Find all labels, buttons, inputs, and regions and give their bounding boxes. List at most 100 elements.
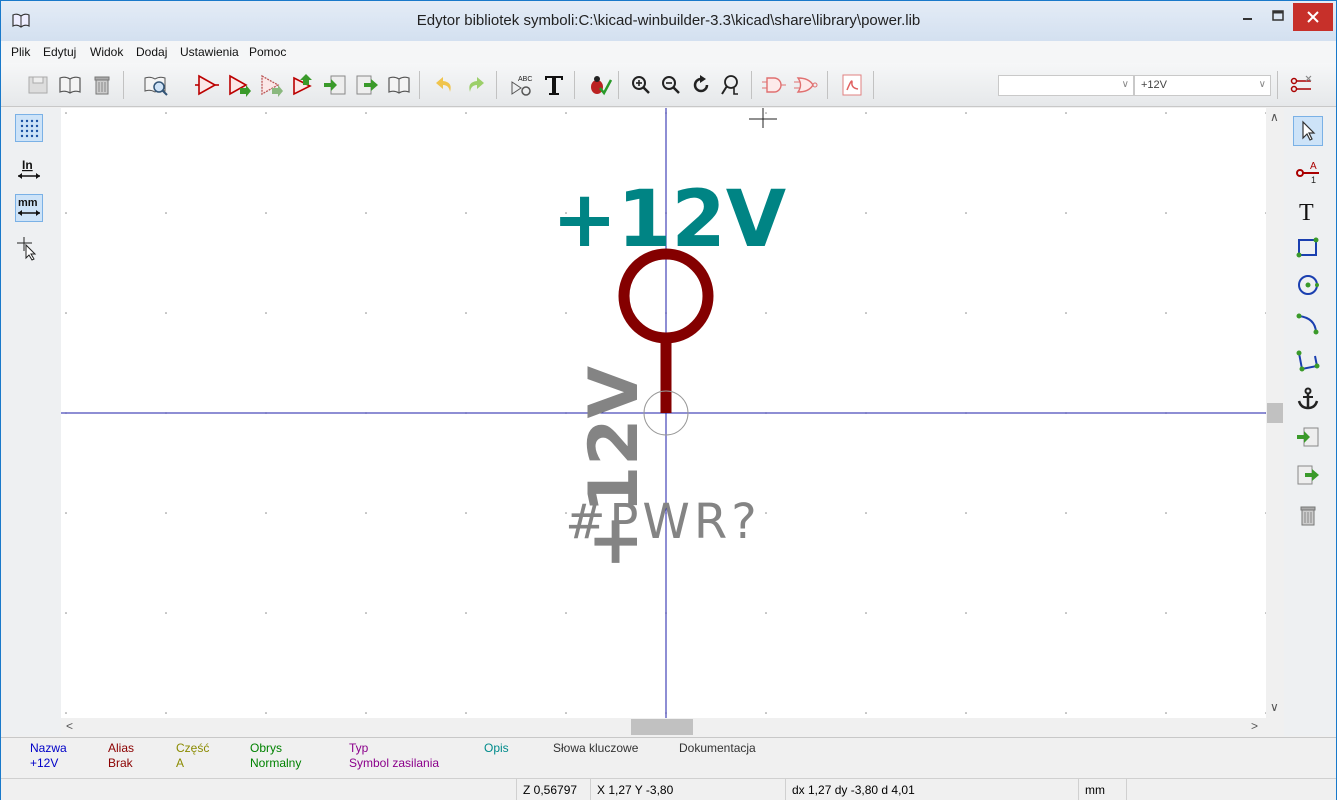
redraw-button[interactable]: [688, 71, 714, 99]
view-datasheet-button[interactable]: [839, 71, 865, 99]
browse-library-button[interactable]: [143, 71, 169, 99]
part-select-combo[interactable]: ∨: [998, 75, 1134, 96]
vertical-scrollbar[interactable]: ∧ ∨: [1266, 108, 1284, 718]
delete-part-button[interactable]: [89, 71, 115, 99]
grid-dot: [465, 112, 467, 114]
set-anchor-tool-button[interactable]: [1293, 384, 1323, 414]
import-graphics-tool-button[interactable]: [1293, 422, 1323, 452]
show-as-deMorgan-convert-button[interactable]: [793, 71, 819, 99]
msg-col-nazwa: Nazwa +12V: [30, 741, 67, 771]
select-tool-button[interactable]: [1293, 116, 1323, 146]
import-icon: [324, 75, 346, 95]
msg-label: Nazwa: [30, 741, 67, 755]
select-library-button[interactable]: [57, 71, 83, 99]
zoom-out-button[interactable]: [658, 71, 684, 99]
toolbar-separator: [1277, 71, 1278, 99]
zoom-in-icon: [632, 76, 650, 94]
msg-col-dokumentacja: Dokumentacja: [679, 741, 756, 756]
svg-text:A: A: [1310, 161, 1317, 172]
toolbar-separator: [618, 71, 619, 99]
new-part-from-existing-button[interactable]: [290, 71, 316, 99]
load-part-button[interactable]: [226, 71, 252, 99]
maximize-icon: [1272, 10, 1284, 21]
grid-dot: [265, 512, 267, 514]
menu-edytuj[interactable]: Edytuj: [43, 45, 76, 59]
grid-dot: [865, 212, 867, 214]
menu-ustawienia[interactable]: Ustawienia: [180, 45, 239, 59]
grid-dot: [1165, 112, 1167, 114]
and-gate-icon: [762, 77, 786, 93]
anchor-icon: [1297, 387, 1319, 410]
refresh-icon: [693, 75, 709, 93]
close-button[interactable]: [1293, 3, 1333, 31]
horizontal-scrollbar[interactable]: < >: [61, 718, 1267, 736]
add-text-tool-button[interactable]: T: [1293, 196, 1323, 226]
redo-button[interactable]: [463, 71, 489, 99]
msg-label: Alias: [108, 741, 135, 755]
show-as-deMorgan-normal-button[interactable]: [761, 71, 787, 99]
add-polyline-tool-button[interactable]: [1293, 346, 1323, 376]
grid-dot: [1165, 712, 1167, 714]
pin-table-button[interactable]: [1289, 71, 1315, 99]
grid-dot: [65, 212, 67, 214]
maximize-button[interactable]: [1263, 3, 1293, 31]
save-part-button[interactable]: [258, 71, 284, 99]
scroll-down-arrow[interactable]: ∨: [1270, 700, 1279, 714]
load-part-icon: [229, 74, 251, 97]
cursor-shape-toggle[interactable]: [15, 234, 43, 262]
menu-dodaj[interactable]: Dodaj: [136, 45, 167, 59]
horizontal-scroll-thumb[interactable]: [631, 719, 693, 735]
left-options-toolbar: In mm: [1, 108, 61, 736]
toolbar-separator: [827, 71, 828, 99]
grid-dot: [265, 212, 267, 214]
grid-dot: [465, 212, 467, 214]
import-part-button[interactable]: [322, 71, 348, 99]
add-pin-tool-button[interactable]: A1: [1293, 156, 1323, 186]
delete-tool-button[interactable]: [1293, 500, 1323, 530]
electrical-rules-check-button[interactable]: [586, 71, 612, 99]
grid-dot: [165, 612, 167, 614]
add-rectangle-tool-button[interactable]: [1293, 232, 1323, 262]
book-icon: [388, 76, 410, 94]
units-inches-toggle[interactable]: In: [15, 156, 43, 184]
zoom-in-button[interactable]: [628, 71, 654, 99]
units-mm-toggle[interactable]: mm: [15, 194, 43, 222]
grid-dot: [65, 312, 67, 314]
undo-button[interactable]: [431, 71, 457, 99]
grid-dot: [1065, 712, 1067, 714]
toolbar-separator: [419, 71, 420, 99]
menu-pomoc[interactable]: Pomoc: [249, 45, 286, 59]
circle-icon: [1298, 275, 1319, 295]
unit-select-combo[interactable]: +12V ∨: [1134, 75, 1271, 96]
new-part-button[interactable]: [194, 71, 220, 99]
show-grid-toggle[interactable]: [15, 114, 43, 142]
zoom-fit-button[interactable]: [718, 71, 744, 99]
drawing-canvas[interactable]: +12V +12V #PWR?: [61, 108, 1267, 718]
toolbar-separator: [574, 71, 575, 99]
scroll-up-arrow[interactable]: ∧: [1270, 110, 1279, 124]
library-browser-icon: [144, 76, 168, 96]
reference-field[interactable]: #PWR?: [565, 494, 760, 550]
minimize-button[interactable]: [1233, 3, 1263, 31]
edit-component-properties-button[interactable]: ABC: [509, 71, 535, 99]
grid-dot: [865, 312, 867, 314]
vertical-scroll-thumb[interactable]: [1267, 403, 1283, 423]
create-new-library-button[interactable]: [386, 71, 412, 99]
menu-widok[interactable]: Widok: [90, 45, 123, 59]
export-part-button[interactable]: [354, 71, 380, 99]
add-circle-tool-button[interactable]: [1293, 270, 1323, 300]
menu-plik[interactable]: Plik: [11, 45, 30, 59]
save-part-icon: [261, 74, 283, 97]
grid-dot: [65, 112, 67, 114]
scroll-left-arrow[interactable]: <: [66, 719, 73, 733]
title-bar: Edytor bibliotek symboli:C:\kicad-winbui…: [1, 1, 1336, 41]
grid-dot: [65, 612, 67, 614]
add-arc-tool-button[interactable]: [1293, 308, 1323, 338]
grid-dot: [765, 612, 767, 614]
save-library-button[interactable]: [25, 71, 51, 99]
grid-dot: [365, 612, 367, 614]
units-in-label: In: [22, 158, 33, 172]
scroll-right-arrow[interactable]: >: [1251, 719, 1258, 733]
export-graphics-tool-button[interactable]: [1293, 460, 1323, 490]
edit-fields-button[interactable]: [541, 71, 567, 99]
